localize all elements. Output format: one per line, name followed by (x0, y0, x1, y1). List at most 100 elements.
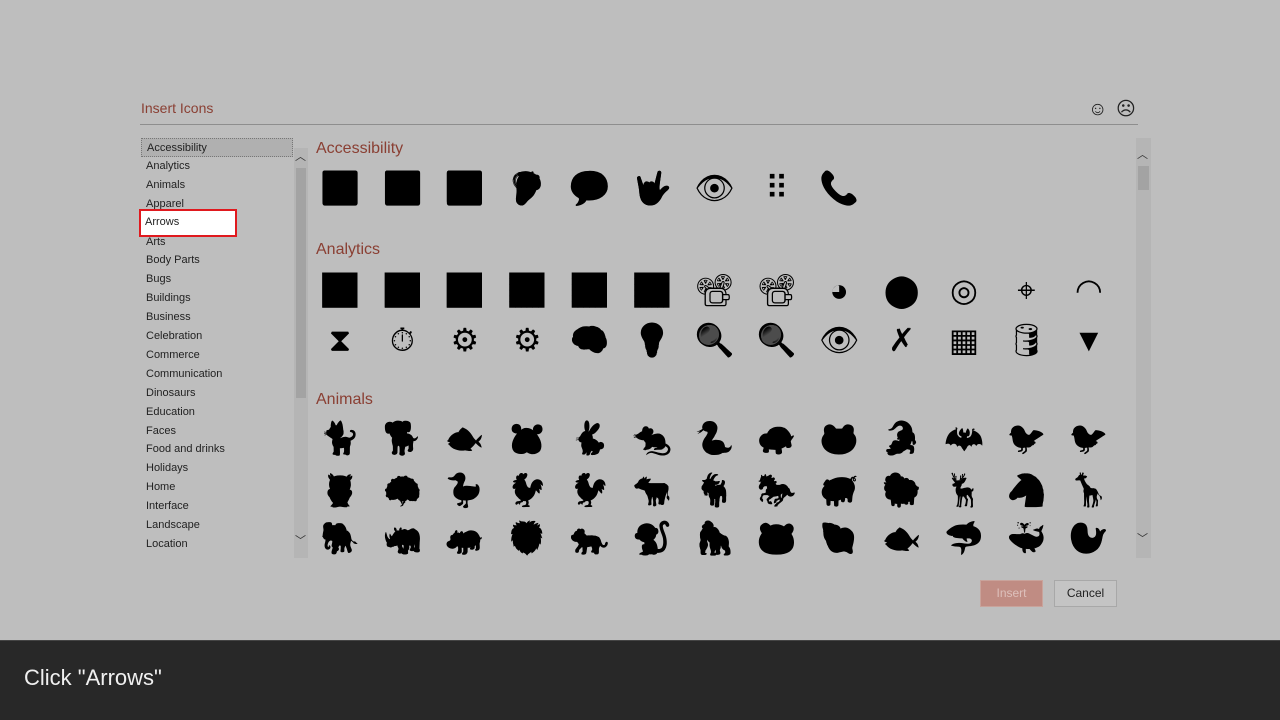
animals-icon[interactable]: 🐎 (755, 468, 799, 512)
animals-icon[interactable]: 🐒 (630, 516, 674, 558)
category-arts[interactable]: Arts (141, 233, 293, 252)
category-dinosaurs[interactable]: Dinosaurs (141, 384, 293, 403)
analytics-icon[interactable]: 📽 (755, 268, 799, 312)
category-interface[interactable]: Interface (141, 497, 293, 516)
animals-icon[interactable]: 🐦 (1067, 416, 1111, 460)
accessibility-icon[interactable]: 🚻 (443, 166, 487, 210)
analytics-icon[interactable]: ◠ (1067, 268, 1111, 312)
accessibility-icon[interactable]: 📞 (817, 166, 861, 210)
chevron-down-icon[interactable]: ﹀ (1137, 530, 1148, 546)
category-commerce[interactable]: Commerce (141, 346, 293, 365)
analytics-icon[interactable]: ✗ (880, 318, 924, 362)
analytics-icon[interactable]: ⬤ (880, 268, 924, 312)
category-body-parts[interactable]: Body Parts (141, 251, 293, 270)
animals-icon[interactable]: 🐟 (880, 516, 924, 558)
animals-icon[interactable]: 🐇 (568, 416, 612, 460)
animals-icon[interactable]: 🦌 (942, 468, 986, 512)
chevron-up-icon[interactable]: ︿ (295, 148, 306, 164)
analytics-icon[interactable]: ▼ (1067, 318, 1111, 362)
animals-icon[interactable]: 🐼 (755, 516, 799, 558)
analytics-icon[interactable]: ▦ (942, 318, 986, 362)
accessibility-icon[interactable]: 👁 (692, 166, 736, 210)
animals-icon[interactable]: 🐄 (630, 468, 674, 512)
analytics-icon[interactable]: ⏱ (380, 318, 424, 362)
animals-icon[interactable]: 🦍 (692, 516, 736, 558)
category-location[interactable]: Location (141, 535, 293, 554)
cancel-button[interactable]: Cancel (1054, 580, 1117, 607)
analytics-icon[interactable]: 🧠 (568, 318, 612, 362)
category-analytics[interactable]: Analytics (141, 157, 293, 176)
analytics-icon[interactable]: 📈 (568, 268, 612, 312)
category-buildings[interactable]: Buildings (141, 289, 293, 308)
animals-icon[interactable]: 🐢 (755, 416, 799, 460)
accessibility-icon[interactable]: ♿ (318, 166, 362, 210)
animals-icon[interactable]: 🐅 (568, 516, 612, 558)
category-celebration[interactable]: Celebration (141, 327, 293, 346)
chevron-down-icon[interactable]: ﹀ (295, 532, 306, 548)
animals-icon[interactable]: 🦓 (1004, 468, 1048, 512)
animals-icon[interactable]: 🦭 (1067, 516, 1111, 558)
analytics-icon[interactable]: 💡 (630, 318, 674, 362)
insert-button[interactable]: Insert (980, 580, 1043, 607)
accessibility-icon[interactable]: 🦻 (505, 166, 549, 210)
animals-icon[interactable]: 🐖 (817, 468, 861, 512)
category-arrows[interactable]: Arrows (139, 208, 237, 237)
animals-icon[interactable]: 🐓 (505, 468, 549, 512)
analytics-icon[interactable]: 📊 (318, 268, 362, 312)
analytics-icon[interactable]: 📊 (380, 268, 424, 312)
animals-icon[interactable]: 🐹 (505, 416, 549, 460)
gallery-scrollbar[interactable]: ︿ ﹀ (1136, 138, 1151, 558)
analytics-icon[interactable]: 📊 (443, 268, 487, 312)
animals-icon[interactable]: 🦆 (443, 468, 487, 512)
category-accessibility[interactable]: Accessibility (141, 138, 293, 157)
animals-icon[interactable]: 🐕 (380, 416, 424, 460)
analytics-icon[interactable]: 📽 (692, 268, 736, 312)
animals-icon[interactable]: 🐀 (630, 416, 674, 460)
category-scrollbar[interactable]: ︿ ﹀ (294, 148, 308, 558)
scrollbar-thumb[interactable] (296, 168, 306, 398)
analytics-icon[interactable]: 📈 (630, 268, 674, 312)
category-bugs[interactable]: Bugs (141, 270, 293, 289)
animals-icon[interactable]: 🐓 (568, 468, 612, 512)
analytics-icon[interactable]: 🔍 (755, 318, 799, 362)
animals-icon[interactable]: 🦚 (380, 468, 424, 512)
category-faces[interactable]: Faces (141, 422, 293, 441)
analytics-icon[interactable]: 👁 (817, 318, 861, 362)
category-landscape[interactable]: Landscape (141, 516, 293, 535)
animals-icon[interactable]: 🐦 (1004, 416, 1048, 460)
analytics-icon[interactable]: ⌖ (1004, 268, 1048, 312)
animals-icon[interactable]: 🐍 (692, 416, 736, 460)
analytics-icon[interactable]: ◕ (817, 268, 861, 312)
scrollbar-thumb[interactable] (1138, 166, 1149, 190)
analytics-icon[interactable]: 🛢 (1004, 318, 1048, 362)
category-animals[interactable]: Animals (141, 176, 293, 195)
category-communication[interactable]: Communication (141, 365, 293, 384)
animals-icon[interactable]: 🦏 (380, 516, 424, 558)
animals-icon[interactable]: 🐘 (318, 516, 362, 558)
animals-icon[interactable]: 🦉 (318, 468, 362, 512)
animals-icon[interactable]: 🦁 (505, 516, 549, 558)
chevron-up-icon[interactable]: ︿ (1137, 146, 1148, 162)
animals-icon[interactable]: 🦒 (1067, 468, 1111, 512)
category-business[interactable]: Business (141, 308, 293, 327)
analytics-icon[interactable]: ⚙ (505, 318, 549, 362)
animals-icon[interactable]: 🐈 (318, 416, 362, 460)
analytics-icon[interactable]: ⚙ (443, 318, 487, 362)
category-education[interactable]: Education (141, 403, 293, 422)
accessibility-icon[interactable]: 🤟 (630, 166, 674, 210)
category-food-and-drinks[interactable]: Food and drinks (141, 440, 293, 459)
animals-icon[interactable]: 🦈 (942, 516, 986, 558)
analytics-icon[interactable]: 📉 (505, 268, 549, 312)
analytics-icon[interactable]: 🔍 (692, 318, 736, 362)
accessibility-icon[interactable]: 💬 (568, 166, 612, 210)
animals-icon[interactable]: 🐚 (817, 516, 861, 558)
animals-icon[interactable]: 🦛 (443, 516, 487, 558)
animals-icon[interactable]: 🐐 (692, 468, 736, 512)
animals-icon[interactable]: 🦇 (942, 416, 986, 460)
analytics-icon[interactable]: ⧗ (318, 318, 362, 362)
smile-feedback-icon[interactable]: ☺ (1088, 100, 1107, 120)
animals-icon[interactable]: 🐟 (443, 416, 487, 460)
accessibility-icon[interactable]: ⠿ (755, 166, 799, 210)
frown-feedback-icon[interactable]: ☹ (1116, 100, 1136, 120)
analytics-icon[interactable]: ◎ (942, 268, 986, 312)
